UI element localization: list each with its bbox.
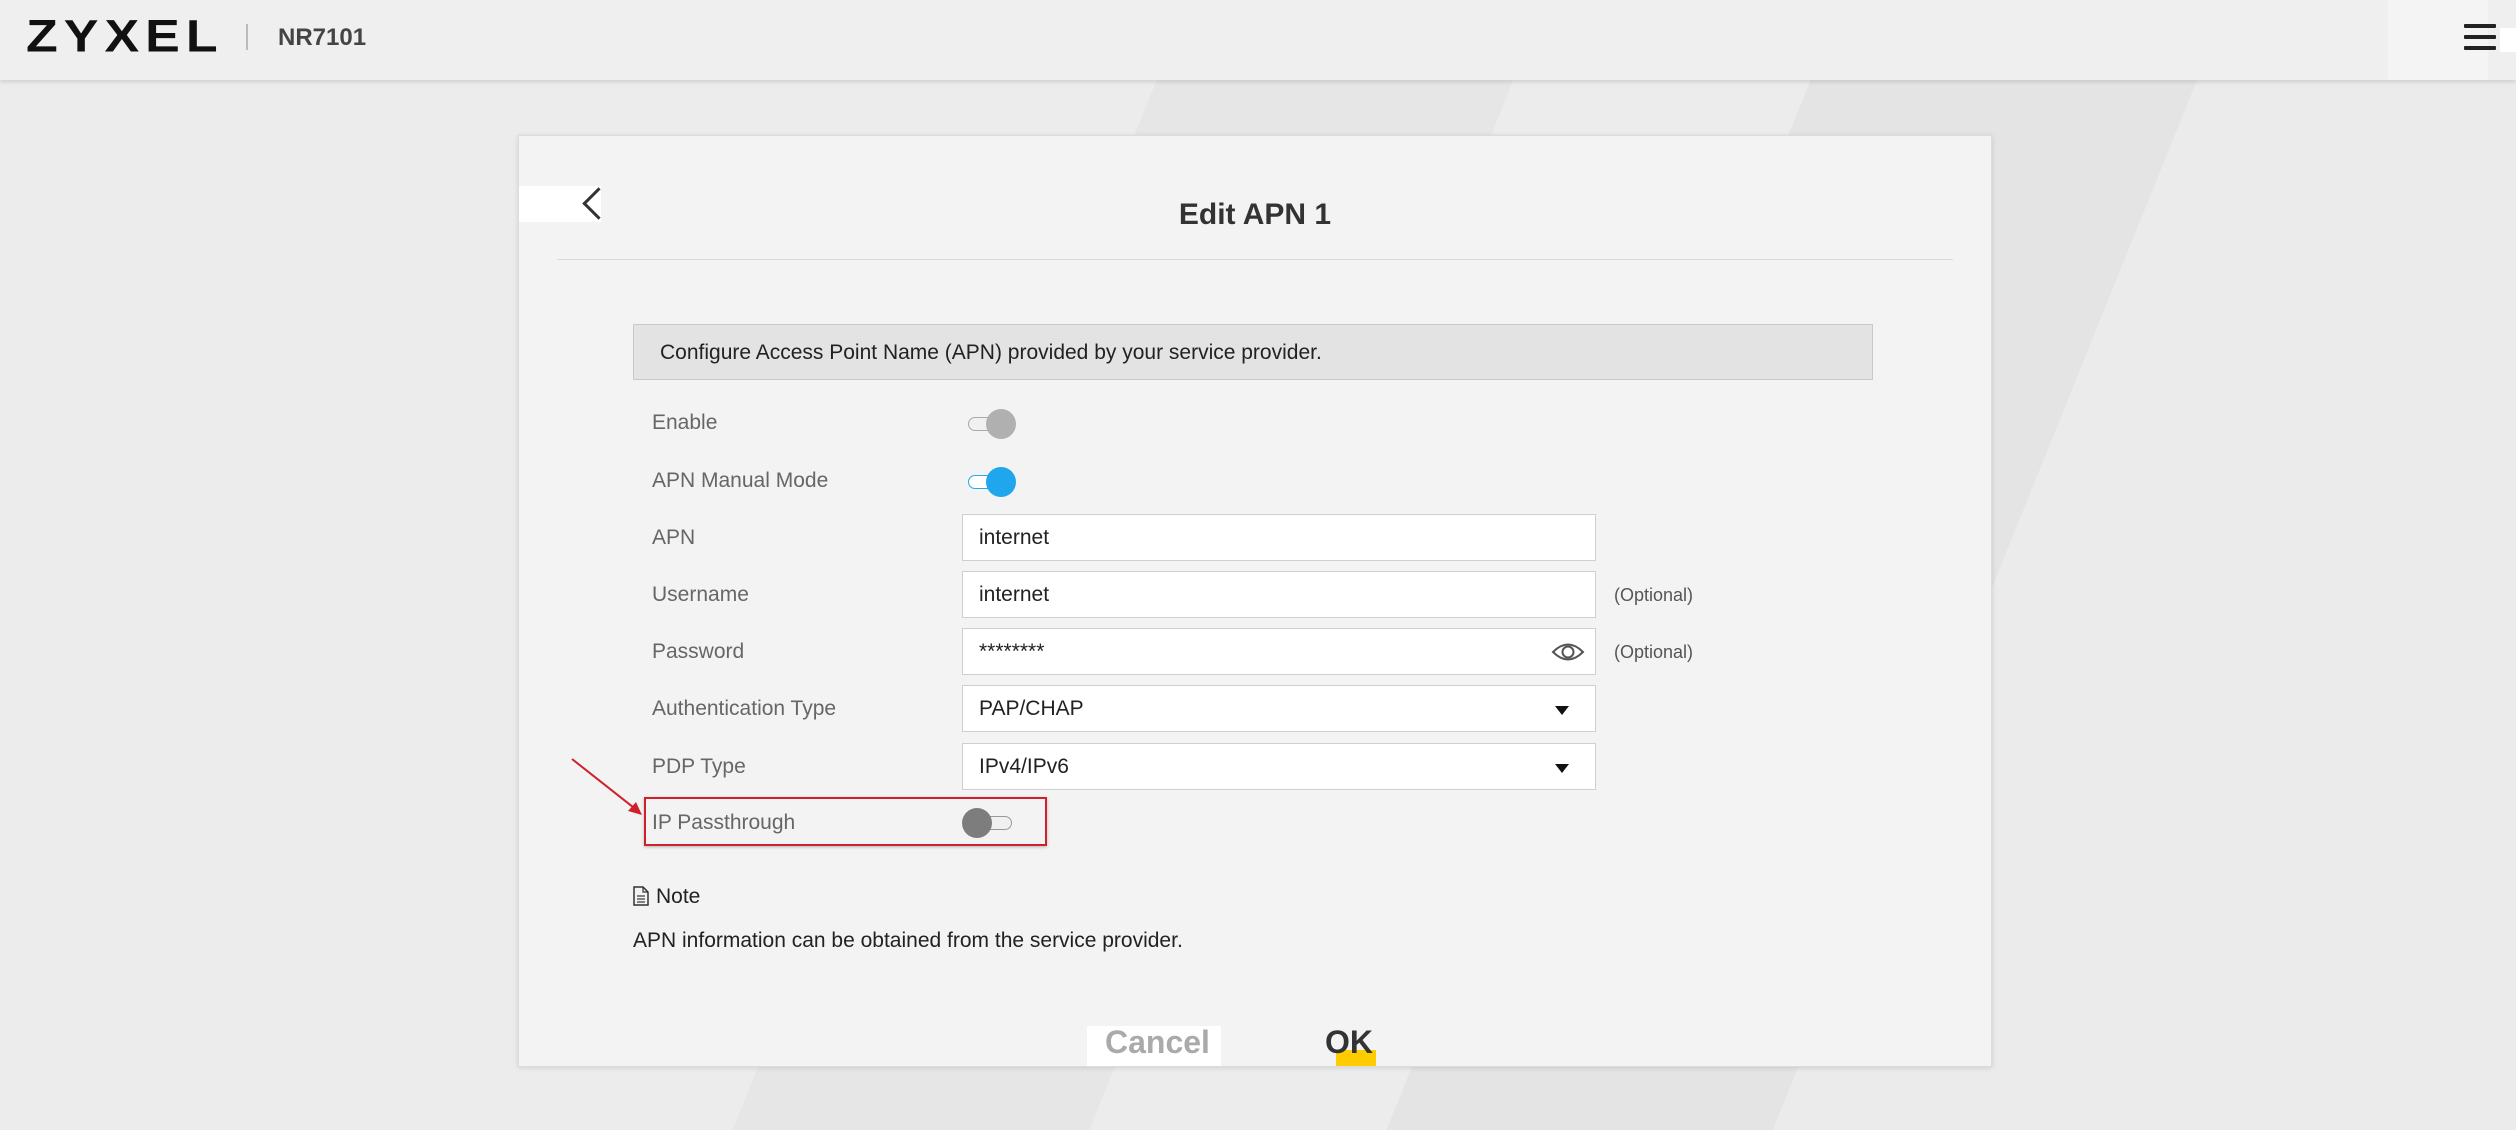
ok-label: OK xyxy=(1325,1024,1373,1060)
auth-type-value: PAP/CHAP xyxy=(979,697,1084,720)
cancel-label: Cancel xyxy=(1105,1024,1210,1060)
apn-label: APN xyxy=(652,526,696,549)
ok-button[interactable]: OK xyxy=(1325,1024,1385,1066)
username-label: Username xyxy=(652,583,749,606)
username-input[interactable]: internet xyxy=(962,571,1596,618)
apn-manual-mode-label: APN Manual Mode xyxy=(652,469,829,492)
apn-input[interactable]: internet xyxy=(962,514,1596,561)
note-text: APN information can be obtained from the… xyxy=(633,929,1183,952)
brand-logo[interactable]: ZYXEL xyxy=(26,10,224,63)
hamburger-menu-icon[interactable] xyxy=(2464,24,2496,54)
eye-icon[interactable] xyxy=(1551,639,1585,665)
auth-type-label: Authentication Type xyxy=(652,697,837,720)
auth-type-select[interactable]: PAP/CHAP xyxy=(962,685,1596,732)
document-icon xyxy=(633,886,649,906)
apn-manual-mode-toggle[interactable] xyxy=(962,463,1016,497)
pdp-type-label: PDP Type xyxy=(652,755,746,778)
arrow-annotation xyxy=(571,758,642,815)
note-label: Note xyxy=(656,885,701,908)
password-input[interactable]: ******** xyxy=(962,628,1596,675)
apn-value: internet xyxy=(979,526,1050,549)
enable-toggle[interactable] xyxy=(962,405,1016,439)
chevron-down-icon xyxy=(1555,706,1569,715)
pdp-type-value: IPv4/IPv6 xyxy=(979,755,1069,778)
menu-edge xyxy=(2500,28,2516,52)
info-text: Configure Access Point Name (APN) provid… xyxy=(660,341,1322,364)
ip-passthrough-highlight-box xyxy=(644,797,1047,846)
enable-label: Enable xyxy=(652,411,718,434)
chevron-down-icon xyxy=(1555,764,1569,773)
top-bar: ZYXEL NR7101 xyxy=(0,0,2516,80)
cancel-button[interactable]: Cancel xyxy=(1087,1024,1221,1066)
pdp-type-select[interactable]: IPv4/IPv6 xyxy=(962,743,1596,790)
edit-apn-panel: Edit APN 1 Configure Access Point Name (… xyxy=(518,135,1992,1067)
password-value: ******** xyxy=(979,640,1045,663)
password-label: Password xyxy=(652,640,745,663)
username-optional-hint: (Optional) xyxy=(1614,585,1694,605)
model-name: NR7101 xyxy=(278,24,367,51)
info-banner: Configure Access Point Name (APN) provid… xyxy=(633,324,1873,380)
password-optional-hint: (Optional) xyxy=(1614,642,1694,662)
dialog-title: Edit APN 1 xyxy=(1178,198,1332,231)
logo-separator xyxy=(246,24,248,50)
username-value: internet xyxy=(979,583,1050,606)
title-divider xyxy=(557,259,1953,260)
